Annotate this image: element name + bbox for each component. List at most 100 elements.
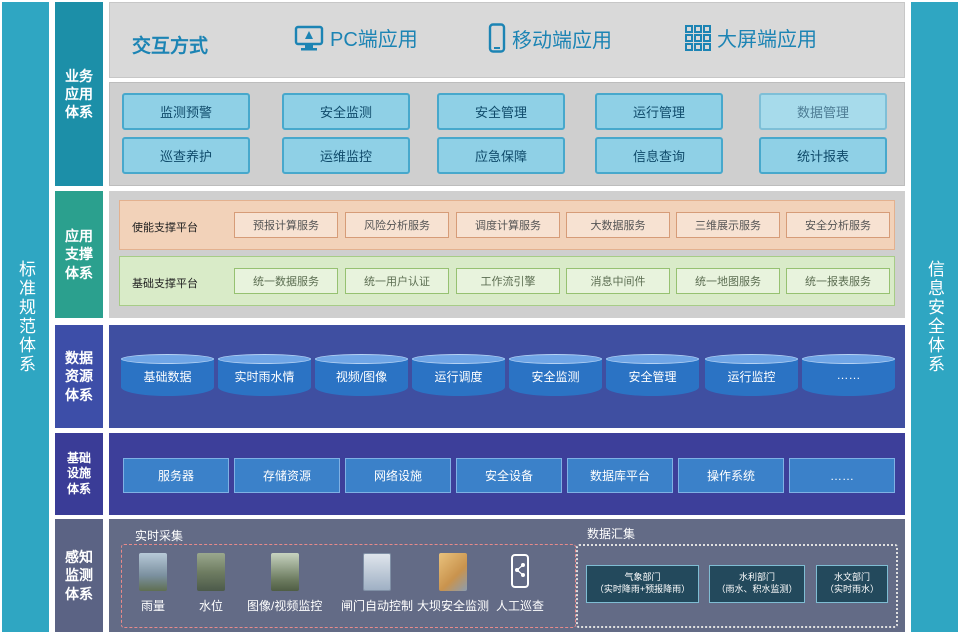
dept-water-resources-detail: （雨水、积水监测） — [716, 584, 798, 594]
datastore-more-label: …… — [836, 368, 861, 382]
sensor-dam-safety-label: 大坝安全监测 — [417, 599, 490, 613]
service-unified-data[interactable]: 统一数据服务 — [234, 268, 338, 294]
datastore-basic-label: 基础数据 — [143, 370, 192, 384]
control-cabinet-icon — [363, 553, 391, 591]
datastore-video-image[interactable]: 视频/图像 — [315, 354, 408, 396]
sensing-layer-label-box: 感知监测体系 — [55, 519, 103, 632]
app-info-query[interactable]: 信息查询 — [595, 137, 723, 174]
infra-layer-label-box: 基础设施体系 — [55, 433, 103, 515]
support-layer-label-box: 应用支撑体系 — [55, 191, 103, 318]
data-aggregation-title: 数据汇集 — [587, 527, 636, 541]
datastore-safety-management-label: 安全管理 — [628, 370, 677, 384]
security-system-label: 信息安全体系 — [925, 260, 944, 374]
business-layer-label: 业务应用体系 — [65, 67, 93, 121]
business-apps-panel: 监测预警 安全监测 安全管理 运行管理 数据管理 巡查养护 运维监控 应急保障 … — [109, 82, 905, 186]
mode-mobile: 移动端应用 — [488, 23, 612, 53]
dept-meteorology[interactable]: 气象部门 （实时降雨+预报降雨） — [586, 565, 699, 603]
rain-gauge-icon — [139, 553, 167, 591]
app-statistics-report[interactable]: 统计报表 — [759, 137, 887, 174]
mode-bigscreen-label: 大屏端应用 — [717, 29, 817, 51]
service-workflow-engine[interactable]: 工作流引擎 — [456, 268, 560, 294]
sensor-rainfall[interactable]: 雨量 — [139, 553, 167, 614]
app-ops-monitoring[interactable]: 运维监控 — [282, 137, 410, 174]
dept-water-resources[interactable]: 水利部门 （雨水、积水监测） — [709, 565, 805, 603]
dept-hydrology-name: 水文部门 — [833, 572, 870, 583]
datastore-video-image-label: 视频/图像 — [335, 370, 388, 384]
infra-database-platform[interactable]: 数据库平台 — [567, 458, 673, 493]
infra-network[interactable]: 网络设施 — [345, 458, 451, 493]
sensor-manual-patrol[interactable]: 人工巡查 — [496, 553, 544, 614]
sensor-gate-control-label: 闸门自动控制 — [341, 599, 414, 613]
basic-platform-band: 基础支撑平台 统一数据服务 统一用户认证 工作流引擎 消息中间件 统一地图服务 … — [119, 256, 895, 306]
dept-water-resources-name: 水利部门 — [738, 572, 775, 583]
sensing-layer-label: 感知监测体系 — [65, 549, 93, 602]
dept-hydrology-detail: （实时雨水） — [824, 584, 879, 594]
app-monitoring-warning[interactable]: 监测预警 — [122, 93, 250, 130]
enabling-platform-title: 使能支撑平台 — [132, 222, 198, 234]
sensor-video[interactable]: 图像/视频监控 — [247, 553, 322, 614]
app-operation-management[interactable]: 运行管理 — [595, 93, 723, 130]
datastore-safety-management[interactable]: 安全管理 — [606, 354, 699, 396]
monitor-icon — [294, 25, 324, 50]
sensing-panel: 实时采集 数据汇集 雨量 水位 图像/视频监控 闸门自动控制 大坝安全监测 人工… — [109, 519, 905, 632]
service-unified-auth[interactable]: 统一用户认证 — [345, 268, 449, 294]
infra-operating-system[interactable]: 操作系统 — [678, 458, 784, 493]
app-safety-monitoring[interactable]: 安全监测 — [282, 93, 410, 130]
mobile-phone-icon — [488, 23, 506, 53]
datastore-rain-water[interactable]: 实时雨水情 — [218, 354, 311, 396]
mode-bigscreen: 大屏端应用 — [685, 23, 817, 52]
sensor-gate-control[interactable]: 闸门自动控制 — [341, 553, 413, 614]
dept-hydrology[interactable]: 水文部门 （实时雨水） — [816, 565, 888, 603]
sensor-water-level[interactable]: 水位 — [197, 553, 225, 614]
enabling-platform-band: 使能支撑平台 预报计算服务 风险分析服务 调度计算服务 大数据服务 三维展示服务… — [119, 200, 895, 250]
infra-more[interactable]: …… — [789, 458, 895, 493]
service-forecast-calc[interactable]: 预报计算服务 — [234, 212, 338, 238]
datastore-operation-monitoring[interactable]: 运行监控 — [705, 354, 798, 396]
service-3d-display[interactable]: 三维展示服务 — [676, 212, 780, 238]
app-data-management[interactable]: 数据管理 — [759, 93, 887, 130]
interaction-mode-title: 交互方式 — [132, 36, 209, 57]
data-layer-label-box: 数据资源体系 — [55, 325, 103, 428]
standards-system-label: 标准规范体系 — [16, 260, 35, 374]
app-patrol-maintenance[interactable]: 巡查养护 — [122, 137, 250, 174]
camera-pole-icon — [270, 553, 299, 591]
mode-mobile-label: 移动端应用 — [512, 29, 612, 52]
service-safety-analysis[interactable]: 安全分析服务 — [786, 212, 890, 238]
realtime-collection-title: 实时采集 — [135, 529, 184, 543]
datastore-operation-monitoring-label: 运行监控 — [727, 370, 776, 384]
sensor-rainfall-label: 雨量 — [140, 599, 165, 613]
grid-icon — [685, 24, 711, 51]
dept-meteorology-name: 气象部门 — [624, 572, 661, 583]
sensor-water-level-label: 水位 — [198, 599, 223, 613]
datastore-more[interactable]: …… — [802, 354, 895, 396]
water-level-icon — [197, 553, 225, 591]
mode-pc: PC端应用 — [294, 23, 418, 52]
service-dispatch-calc[interactable]: 调度计算服务 — [456, 212, 560, 238]
infra-security-device[interactable]: 安全设备 — [456, 458, 562, 493]
app-safety-management[interactable]: 安全管理 — [437, 93, 565, 130]
app-emergency-support[interactable]: 应急保障 — [437, 137, 565, 174]
datastore-safety-monitoring-label: 安全监测 — [531, 370, 580, 384]
sensor-dam-safety[interactable]: 大坝安全监测 — [417, 553, 489, 614]
service-unified-report[interactable]: 统一报表服务 — [786, 268, 890, 294]
service-unified-map[interactable]: 统一地图服务 — [676, 268, 780, 294]
datastore-basic[interactable]: 基础数据 — [121, 354, 214, 396]
security-system-bar: 信息安全体系 — [911, 2, 958, 632]
infra-layer-label: 基础设施体系 — [66, 450, 91, 496]
service-message-middleware[interactable]: 消息中间件 — [566, 268, 670, 294]
dept-meteorology-detail: （实时降雨+预报降雨） — [594, 584, 691, 594]
datastore-safety-monitoring[interactable]: 安全监测 — [509, 354, 602, 396]
support-panel: 使能支撑平台 预报计算服务 风险分析服务 调度计算服务 大数据服务 三维展示服务… — [109, 191, 905, 318]
share-phone-icon — [511, 554, 529, 588]
infrastructure-panel: 服务器 存储资源 网络设施 安全设备 数据库平台 操作系统 …… — [109, 433, 905, 515]
service-risk-analysis[interactable]: 风险分析服务 — [345, 212, 449, 238]
service-big-data[interactable]: 大数据服务 — [566, 212, 670, 238]
infra-storage[interactable]: 存储资源 — [234, 458, 340, 493]
sensor-video-label: 图像/视频监控 — [247, 599, 323, 613]
support-layer-label: 应用支撑体系 — [65, 228, 93, 281]
datastore-dispatch[interactable]: 运行调度 — [412, 354, 505, 396]
datastore-rain-water-label: 实时雨水情 — [234, 370, 295, 384]
infra-server[interactable]: 服务器 — [123, 458, 229, 493]
interaction-modes-panel: 交互方式 PC端应用 移动端应用 大屏端应用 — [109, 2, 905, 78]
data-layer-label: 数据资源体系 — [65, 350, 93, 403]
